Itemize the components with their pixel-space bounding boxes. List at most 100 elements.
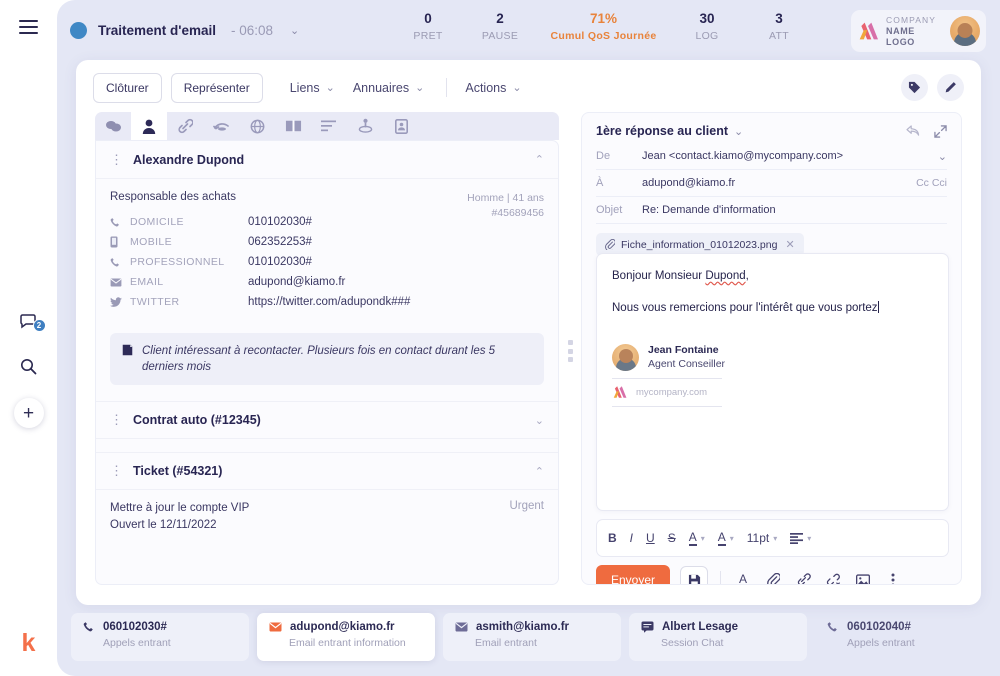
session-tab-call-1[interactable]: 060102030# Appels entrant [71, 613, 249, 661]
drag-handle-icon[interactable]: ⋮ [110, 464, 123, 477]
email-panel-title: 1ère réponse au client [596, 124, 729, 138]
from-label: De [596, 150, 611, 162]
add-button[interactable]: + [13, 398, 44, 428]
remove-link-icon[interactable] [823, 573, 843, 584]
phone-icon [110, 217, 130, 228]
session-tab-title: adupond@kiamo.fr [290, 621, 395, 633]
note-icon [122, 344, 133, 375]
tab-list[interactable] [311, 112, 347, 140]
email-from-row[interactable]: De Jean <contact.kiamo@mycompany.com> ⌄ [596, 143, 947, 170]
contact-section-header[interactable]: ⋮ Alexandre Dupond ⌃ [96, 141, 558, 179]
panel-resize-handle[interactable] [565, 340, 575, 362]
pencil-icon[interactable] [937, 74, 964, 101]
chat-badge: 2 [32, 319, 46, 332]
save-draft-button[interactable] [680, 566, 709, 584]
chevron-up-icon[interactable]: ⌃ [535, 465, 544, 478]
font-size-select[interactable]: 11pt ▾ [747, 531, 777, 545]
annuaires-menu[interactable]: Annuaires ⌄ [353, 81, 425, 95]
search-icon[interactable] [17, 354, 41, 378]
session-tab-subtitle: Appels entrant [103, 637, 171, 649]
representer-button[interactable]: Représenter [170, 72, 263, 103]
bold-button[interactable]: B [608, 531, 617, 545]
session-tab-call-2[interactable]: 060102040# Appels entrant [815, 613, 993, 661]
drag-handle-icon[interactable]: ⋮ [110, 413, 123, 426]
font-color-button[interactable]: A ▾ [688, 530, 705, 546]
email-subject-row[interactable]: Objet Re: Demande d'information [596, 197, 947, 224]
phone-icon [83, 621, 95, 633]
stat-value: 71% [589, 11, 618, 26]
tab-knowledge[interactable] [275, 112, 311, 140]
stat-pret: 0 PRET [392, 10, 464, 42]
tag-icon[interactable] [901, 74, 928, 101]
underline-label: U [646, 531, 655, 545]
contrat-section-header[interactable]: ⋮ Contrat auto (#12345) ⌄ [96, 401, 558, 439]
chevron-down-icon[interactable]: ▾ [701, 534, 705, 543]
reply-all-icon[interactable] [906, 124, 921, 138]
strikethrough-button[interactable]: S [668, 531, 676, 545]
twitter-icon [110, 296, 130, 308]
agent-status[interactable]: Traitement d'email - 06:08 ⌄ [70, 21, 299, 39]
tab-location[interactable] [347, 112, 383, 140]
cloturer-button[interactable]: Clôturer [93, 72, 162, 103]
kebab-menu-icon[interactable] [883, 573, 903, 584]
chevron-down-icon[interactable]: ▾ [773, 534, 777, 543]
brand-text: COMPANY NAME LOGO [886, 15, 943, 48]
email-to-row[interactable]: À adupond@kiamo.fr Cc Cci [596, 170, 947, 197]
drag-handle-icon[interactable]: ⋮ [110, 153, 123, 166]
session-tab-email-2[interactable]: asmith@kiamo.fr Email entrant [443, 613, 621, 661]
field-label: TWITTER [130, 296, 180, 308]
session-tab-title: 060102040# [847, 621, 911, 633]
tab-links[interactable] [167, 112, 203, 140]
chevron-down-icon[interactable]: ▾ [807, 534, 811, 543]
tab-id-card[interactable] [383, 112, 419, 140]
text-color-icon[interactable]: A [733, 573, 753, 584]
attach-file-icon[interactable] [763, 573, 783, 584]
chevron-down-icon[interactable]: ⌄ [290, 24, 299, 37]
italic-button[interactable]: I [630, 531, 633, 545]
cc-bcc-toggle[interactable]: Cc Cci [916, 177, 947, 189]
insert-link-icon[interactable] [793, 573, 813, 584]
underline-button[interactable]: U [646, 531, 655, 545]
chevron-up-icon[interactable]: ⌃ [535, 153, 544, 166]
annuaires-label: Annuaires [352, 80, 410, 95]
contact-field-row: PROFESSIONNEL 010102030# [110, 252, 544, 272]
tab-contact[interactable] [131, 112, 167, 140]
send-button[interactable]: Envoyer [596, 565, 671, 584]
tab-conversations[interactable] [95, 112, 131, 140]
chevron-down-icon[interactable]: ▾ [730, 534, 734, 543]
tab-web[interactable] [239, 112, 275, 140]
chevron-down-icon[interactable]: ⌄ [535, 414, 544, 427]
avatar[interactable] [950, 16, 980, 46]
font-size-label: 11pt [746, 531, 770, 545]
location-icon [358, 118, 372, 133]
contact-field-row: TWITTER https://twitter.com/adupondk### [110, 292, 544, 312]
ticket-title: Ticket (#54321) [133, 464, 223, 478]
chat-icon[interactable]: 2 [17, 310, 46, 334]
ticket-section-header[interactable]: ⋮ Ticket (#54321) ⌃ [96, 452, 558, 490]
liens-menu[interactable]: Liens ⌄ [290, 81, 335, 95]
send-toolbar: Envoyer A [596, 565, 903, 584]
hamburger-icon[interactable] [19, 20, 38, 34]
ticket-priority-badge: Urgent [509, 500, 544, 512]
expand-icon[interactable] [934, 124, 947, 138]
brand-box[interactable]: COMPANY NAME LOGO [851, 10, 986, 52]
stat-log: 30 LOG [671, 10, 743, 42]
insert-image-icon[interactable] [853, 573, 873, 584]
session-tab-email-1[interactable]: adupond@kiamo.fr Email entrant informati… [257, 613, 435, 661]
stat-label: PAUSE [481, 30, 519, 42]
chevron-down-icon[interactable]: ⌄ [938, 150, 947, 163]
highlight-color-button[interactable]: A ▾ [717, 530, 734, 546]
close-icon[interactable]: ✕ [785, 238, 794, 251]
align-button[interactable]: ▾ [790, 532, 811, 544]
session-tab-chat-1[interactable]: Albert Lesage Session Chat [629, 613, 807, 661]
contact-field-row: EMAIL adupond@kiamo.fr [110, 272, 544, 292]
contact-note: Client intéressant à recontacter. Plusie… [110, 333, 544, 385]
session-tabs: 060102030# Appels entrant adupond@kiamo.… [71, 613, 993, 661]
chevron-down-icon[interactable]: ⌄ [734, 125, 743, 138]
session-tab-head: asmith@kiamo.fr [455, 621, 609, 633]
actions-menu[interactable]: Actions ⌄ [465, 81, 521, 95]
tab-history[interactable] [203, 112, 239, 140]
session-tab-head: Albert Lesage [641, 621, 795, 633]
email-body-editor[interactable]: Bonjour Monsieur Dupond, Nous vous remer… [596, 253, 949, 511]
to-label: À [596, 177, 604, 189]
